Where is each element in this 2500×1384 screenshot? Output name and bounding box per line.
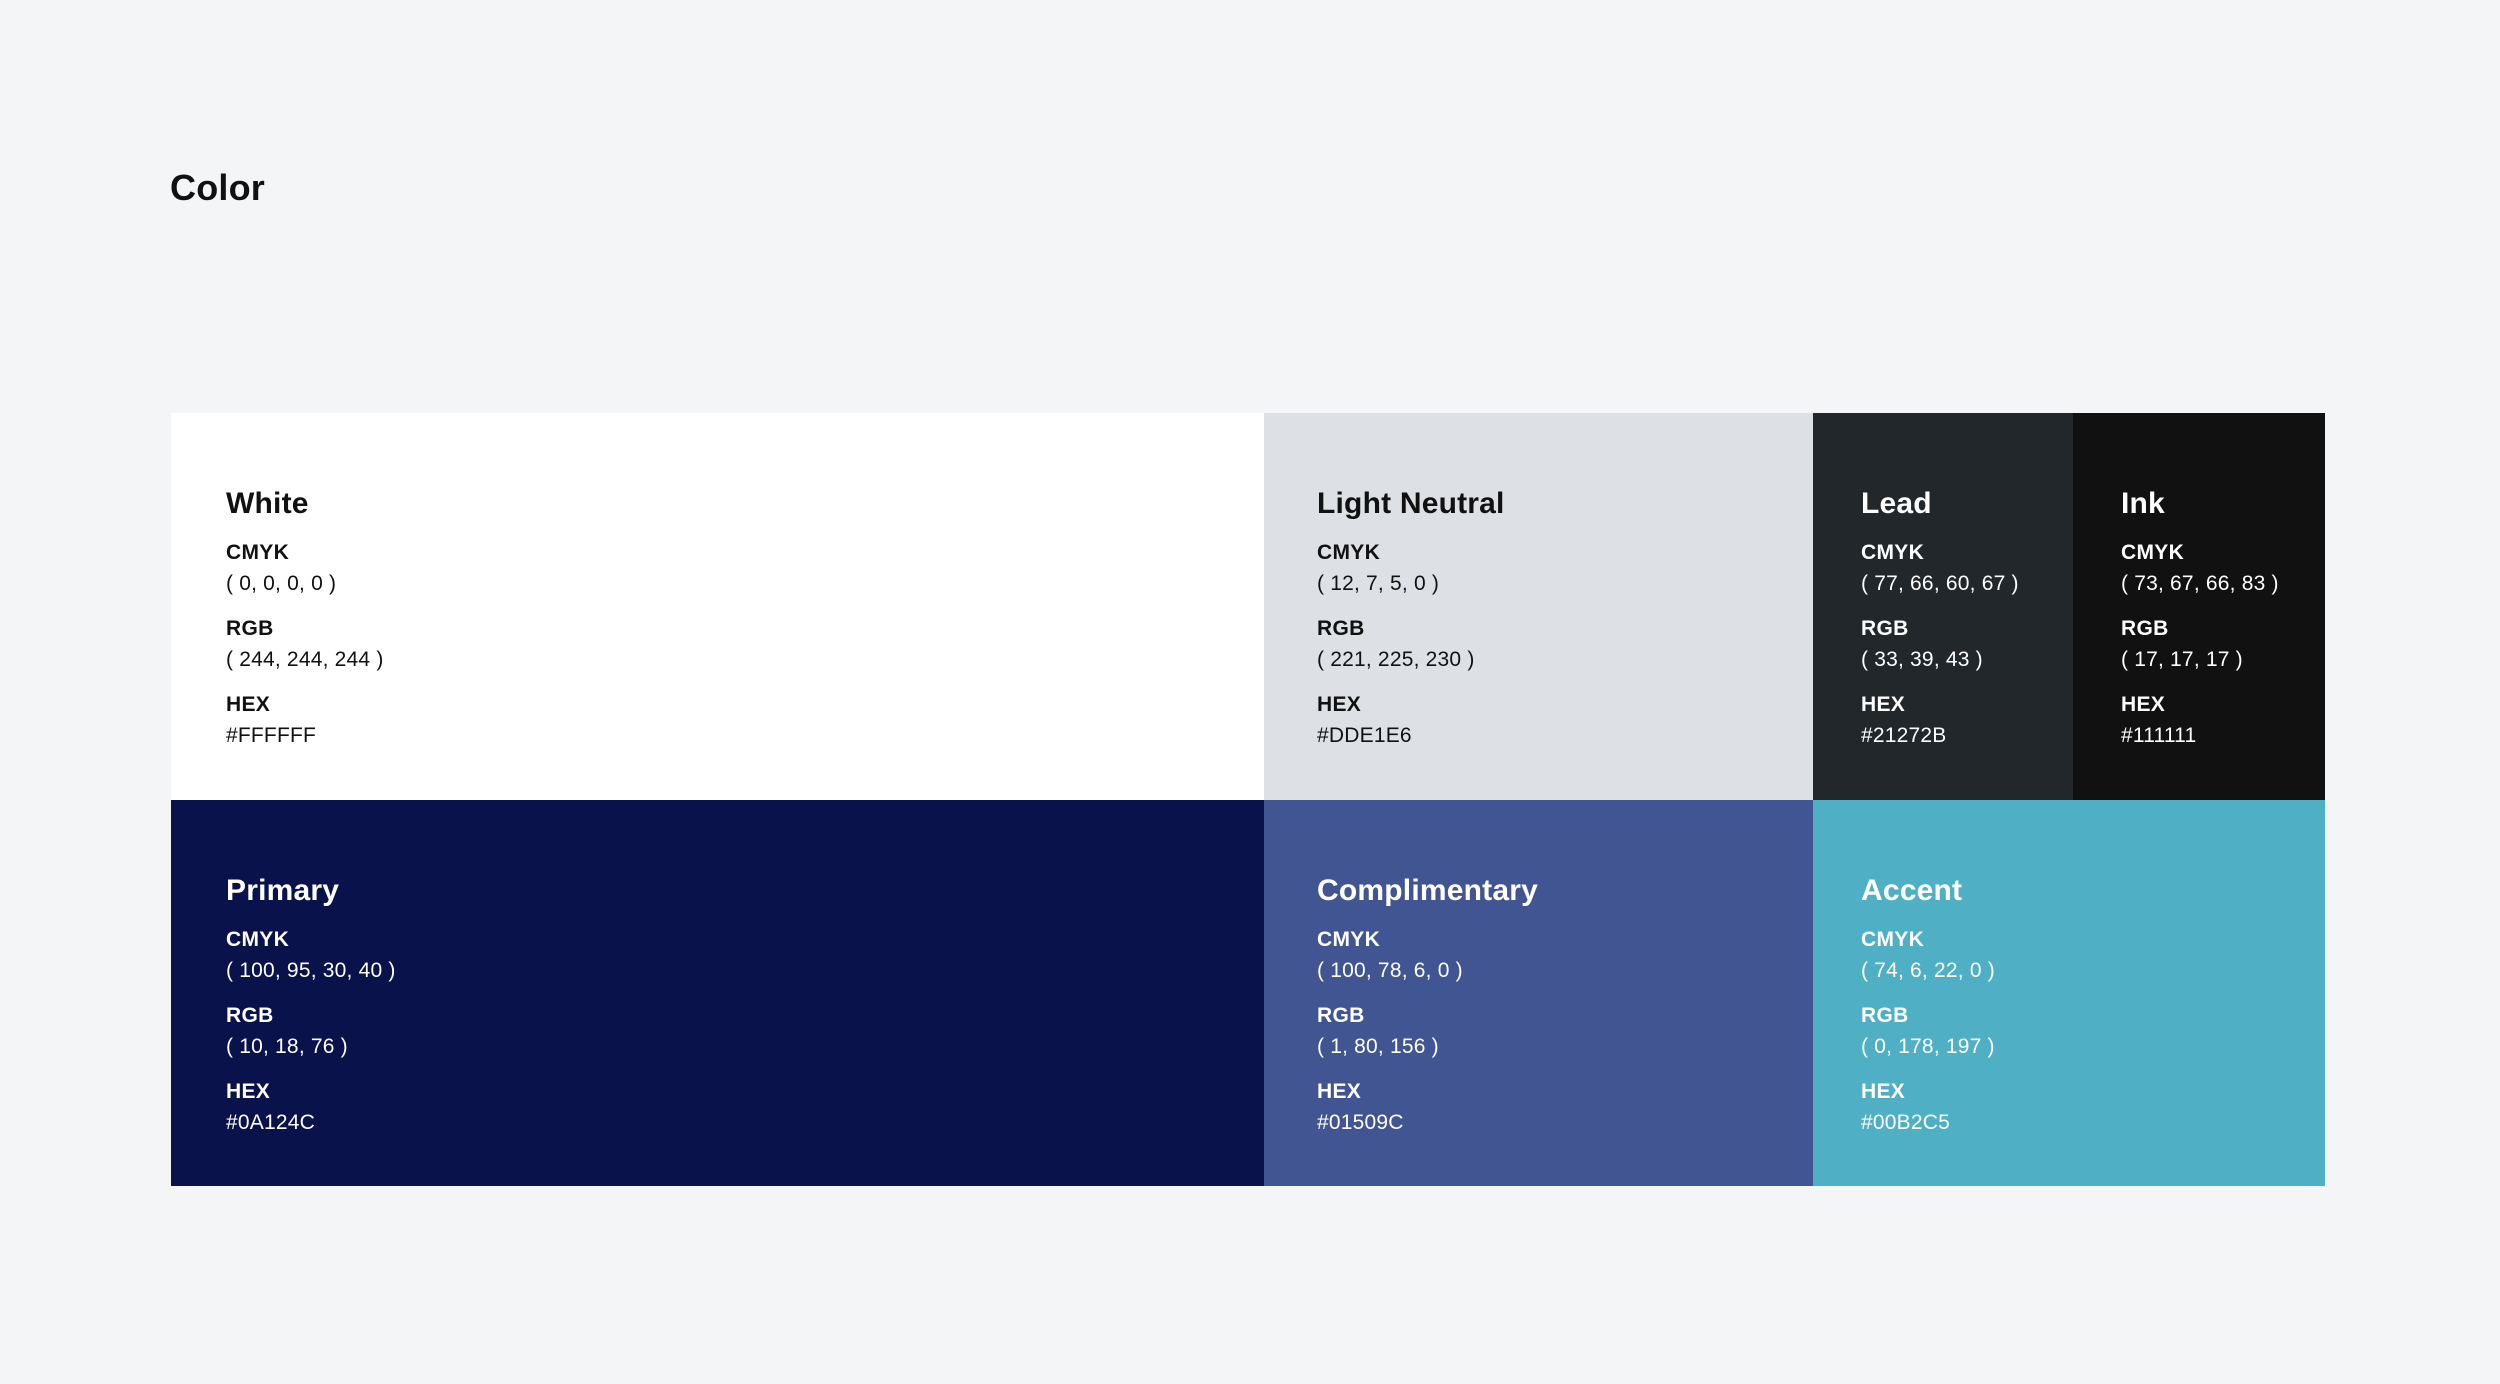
swatch-name: Primary <box>226 874 340 907</box>
rgb-value: ( 221, 225, 230 ) <box>1317 648 1475 671</box>
swatch-light-neutral: Light Neutral CMYK ( 12, 7, 5, 0 ) RGB (… <box>1264 413 1813 800</box>
swatch-ink: Ink CMYK ( 73, 67, 66, 83 ) RGB ( 17, 17… <box>2073 413 2325 800</box>
rgb-value: ( 0, 178, 197 ) <box>1861 1035 1995 1058</box>
hex-field: HEX #00B2C5 <box>1861 1078 2325 1137</box>
rgb-field: RGB ( 10, 18, 76 ) <box>226 1002 1264 1061</box>
hex-value: #111111 <box>2121 724 2197 747</box>
swatch-lead: Lead CMYK ( 77, 66, 60, 67 ) RGB ( 33, 3… <box>1813 413 2073 800</box>
rgb-label: RGB <box>1317 617 1365 640</box>
rgb-value: ( 33, 39, 43 ) <box>1861 648 1983 671</box>
cmyk-field: CMYK ( 77, 66, 60, 67 ) <box>1861 539 2073 598</box>
rgb-field: RGB ( 17, 17, 17 ) <box>2121 615 2325 674</box>
swatch-name: White <box>226 487 309 520</box>
swatch-name: Ink <box>2121 487 2165 520</box>
cmyk-field: CMYK ( 74, 6, 22, 0 ) <box>1861 926 2325 985</box>
rgb-label: RGB <box>1317 1004 1365 1027</box>
cmyk-value: ( 12, 7, 5, 0 ) <box>1317 572 1440 595</box>
cmyk-label: CMYK <box>226 541 290 564</box>
hex-value: #01509C <box>1317 1111 1404 1134</box>
rgb-label: RGB <box>2121 617 2169 640</box>
rgb-label: RGB <box>1861 1004 1909 1027</box>
hex-label: HEX <box>226 693 271 716</box>
hex-label: HEX <box>2121 693 2166 716</box>
rgb-field: RGB ( 244, 244, 244 ) <box>226 615 1264 674</box>
cmyk-label: CMYK <box>226 928 290 951</box>
hex-value: #00B2C5 <box>1861 1111 1950 1134</box>
swatch-accent: Accent CMYK ( 74, 6, 22, 0 ) RGB ( 0, 17… <box>1813 800 2325 1186</box>
cmyk-field: CMYK ( 12, 7, 5, 0 ) <box>1317 539 1813 598</box>
rgb-value: ( 17, 17, 17 ) <box>2121 648 2243 671</box>
cmyk-label: CMYK <box>1861 541 1925 564</box>
hex-field: HEX #DDE1E6 <box>1317 691 1813 750</box>
rgb-label: RGB <box>226 1004 274 1027</box>
hex-value: #0A124C <box>226 1111 315 1134</box>
swatch-name: Lead <box>1861 487 1932 520</box>
cmyk-value: ( 74, 6, 22, 0 ) <box>1861 959 1995 982</box>
cmyk-field: CMYK ( 73, 67, 66, 83 ) <box>2121 539 2325 598</box>
cmyk-label: CMYK <box>2121 541 2185 564</box>
rgb-field: RGB ( 1, 80, 156 ) <box>1317 1002 1813 1061</box>
hex-value: #DDE1E6 <box>1317 724 1412 747</box>
hex-field: HEX #0A124C <box>226 1078 1264 1137</box>
rgb-value: ( 1, 80, 156 ) <box>1317 1035 1439 1058</box>
cmyk-value: ( 100, 95, 30, 40 ) <box>226 959 396 982</box>
hex-field: HEX #01509C <box>1317 1078 1813 1137</box>
cmyk-value: ( 77, 66, 60, 67 ) <box>1861 572 2019 595</box>
hex-label: HEX <box>1317 1080 1362 1103</box>
hex-label: HEX <box>1861 693 1906 716</box>
cmyk-value: ( 100, 78, 6, 0 ) <box>1317 959 1463 982</box>
rgb-field: RGB ( 33, 39, 43 ) <box>1861 615 2073 674</box>
rgb-value: ( 244, 244, 244 ) <box>226 648 384 671</box>
rgb-field: RGB ( 221, 225, 230 ) <box>1317 615 1813 674</box>
rgb-label: RGB <box>1861 617 1909 640</box>
rgb-label: RGB <box>226 617 274 640</box>
cmyk-field: CMYK ( 100, 95, 30, 40 ) <box>226 926 1264 985</box>
swatch-name: Accent <box>1861 874 1963 907</box>
hex-label: HEX <box>1861 1080 1906 1103</box>
swatch-primary: Primary CMYK ( 100, 95, 30, 40 ) RGB ( 1… <box>171 800 1264 1186</box>
rgb-value: ( 10, 18, 76 ) <box>226 1035 348 1058</box>
cmyk-label: CMYK <box>1317 928 1381 951</box>
swatch-white: White CMYK ( 0, 0, 0, 0 ) RGB ( 244, 244… <box>171 413 1264 800</box>
hex-value: #FFFFFF <box>226 724 317 747</box>
page-title: Color <box>170 167 265 208</box>
cmyk-field: CMYK ( 100, 78, 6, 0 ) <box>1317 926 1813 985</box>
hex-field: HEX #21272B <box>1861 691 2073 750</box>
cmyk-value: ( 73, 67, 66, 83 ) <box>2121 572 2279 595</box>
hex-label: HEX <box>1317 693 1362 716</box>
cmyk-value: ( 0, 0, 0, 0 ) <box>226 572 337 595</box>
cmyk-label: CMYK <box>1861 928 1925 951</box>
swatch-complimentary: Complimentary CMYK ( 100, 78, 6, 0 ) RGB… <box>1264 800 1813 1186</box>
hex-field: HEX #FFFFFF <box>226 691 1264 750</box>
swatch-name: Complimentary <box>1317 874 1538 907</box>
hex-value: #21272B <box>1861 724 1947 747</box>
rgb-field: RGB ( 0, 178, 197 ) <box>1861 1002 2325 1061</box>
swatch-name: Light Neutral <box>1317 487 1505 520</box>
hex-field: HEX #111111 <box>2121 691 2325 750</box>
cmyk-label: CMYK <box>1317 541 1381 564</box>
hex-label: HEX <box>226 1080 271 1103</box>
cmyk-field: CMYK ( 0, 0, 0, 0 ) <box>226 539 1264 598</box>
